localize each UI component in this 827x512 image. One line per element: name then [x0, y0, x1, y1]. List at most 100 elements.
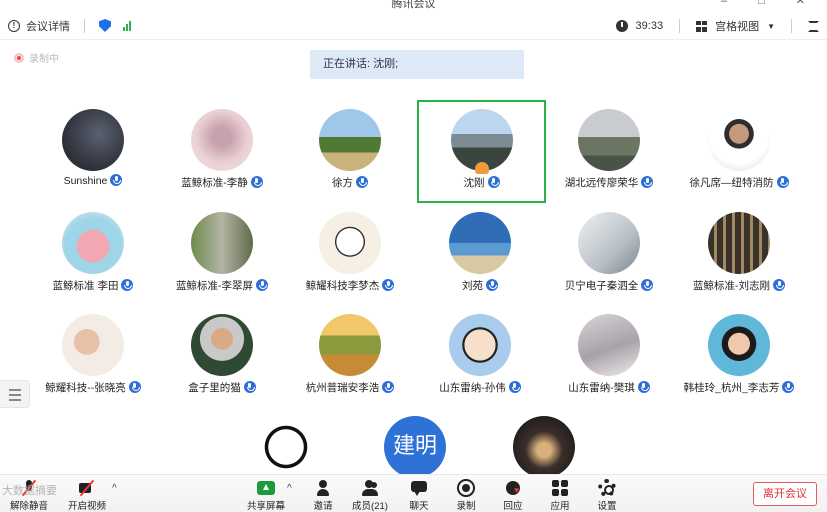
participant-tile[interactable]: 山东雷纳-樊琪	[546, 307, 672, 407]
chat-button[interactable]: 聊天	[396, 479, 442, 512]
participant-tile[interactable]: Sunshine	[30, 102, 156, 202]
participant-name: 山东雷纳-樊琪	[568, 382, 635, 394]
participant-name: 蓝鲸标准-李翠屏	[176, 280, 253, 292]
avatar	[708, 314, 770, 376]
participant-tile[interactable]: 盒子里的猫	[159, 307, 285, 407]
invite-label: 邀请	[313, 501, 333, 512]
avatar	[319, 314, 381, 376]
avatar	[191, 314, 253, 376]
record-button[interactable]: 录制	[443, 479, 489, 512]
participant-tile[interactable]: 鲸耀科技李梦杰	[287, 205, 413, 305]
avatar-initials[interactable]: 建明	[384, 416, 446, 478]
divider	[679, 19, 681, 33]
participant-tile[interactable]: 贝宁电子秦泗全	[546, 205, 672, 305]
shield-icon[interactable]	[99, 19, 111, 32]
recording-label: 录制中	[29, 54, 59, 65]
participant-tile[interactable]: 韩桂玲_杭州_李志芳	[676, 307, 802, 407]
participant-name: 杭州普瑞安李浩	[305, 382, 380, 394]
participant-tile[interactable]: 徐方	[287, 102, 413, 202]
participant-tile[interactable]: 蓝鲸标准-李静	[159, 102, 285, 202]
react-button[interactable]: 回应	[490, 479, 536, 512]
invite-button[interactable]: 邀请	[300, 479, 346, 512]
chat-label: 聊天	[409, 501, 429, 512]
members-button[interactable]: 成员(21)	[347, 479, 393, 512]
side-panel-toggle[interactable]	[0, 380, 30, 408]
grid-view-icon[interactable]	[696, 20, 708, 32]
chevron-down-icon[interactable]: ▼	[767, 22, 775, 31]
mic-icon	[110, 174, 123, 187]
participant-tile[interactable]: 徐凡席—纽特消防	[676, 102, 802, 202]
avatar	[449, 212, 511, 274]
mic-icon	[486, 279, 498, 292]
participant-tile[interactable]: 山东雷纳-孙伟	[417, 307, 543, 407]
mic-icon	[382, 279, 395, 292]
participant-name: 蓝鲸标准 李田	[52, 280, 119, 292]
mic-icon	[243, 381, 256, 394]
avatar	[708, 109, 770, 171]
leave-meeting-button[interactable]: 离开会议	[753, 482, 817, 506]
window-title: 腾讯会议	[391, 0, 436, 10]
record-label: 录制	[456, 501, 476, 512]
mic-icon	[641, 176, 654, 189]
avatar	[191, 109, 253, 171]
participant-name: 贝宁电子秦泗全	[564, 280, 639, 292]
gear-icon	[598, 479, 616, 497]
participant-name: 盒子里的猫	[188, 382, 241, 394]
avatar	[578, 109, 640, 171]
settings-label: 设置	[597, 501, 617, 512]
fullscreen-icon[interactable]	[808, 20, 819, 32]
share-screen-label: 共享屏幕	[246, 501, 285, 512]
avatar	[62, 314, 124, 376]
react-icon	[504, 479, 522, 497]
avatar	[319, 212, 381, 274]
info-icon[interactable]: !	[8, 19, 20, 32]
chevron-up-icon[interactable]: ^	[287, 483, 292, 494]
participant-name: 韩桂玲_杭州_李志芳	[683, 382, 780, 394]
meeting-timer: 39:33	[635, 20, 664, 32]
invite-icon	[314, 479, 332, 497]
participant-tile[interactable]: 蓝鲸标准-刘志刚	[676, 205, 802, 305]
mic-icon	[641, 279, 654, 292]
participant-name: 鲸耀科技李梦杰	[305, 280, 380, 292]
window-controls[interactable]: – □ ✕	[721, 0, 819, 7]
participant-name: 徐方	[332, 177, 353, 189]
participant-tile[interactable]: 杭州普瑞安李浩	[287, 307, 413, 407]
avatar	[578, 212, 640, 274]
participant-tile[interactable]: 蓝鲸标准 李田	[30, 205, 156, 305]
apps-icon	[551, 479, 569, 497]
participant-tile-active[interactable]: 沈刚	[417, 100, 546, 203]
chevron-up-icon[interactable]: ^	[112, 483, 117, 494]
participant-tile[interactable]: 蓝鲸标准-李翠屏	[159, 205, 285, 305]
apps-button[interactable]: 应用	[537, 479, 583, 512]
participant-name: 蓝鲸标准-李静	[181, 177, 248, 189]
settings-button[interactable]: 设置	[584, 479, 630, 512]
members-icon	[361, 479, 379, 497]
react-label: 回应	[503, 501, 523, 512]
participant-name: 鲸耀科技--张晓亮	[45, 382, 126, 394]
meeting-details-link[interactable]: 会议详情	[26, 18, 70, 34]
mic-icon	[637, 381, 650, 394]
record-dot-icon	[14, 52, 24, 63]
signal-icon[interactable]	[123, 20, 131, 31]
avatar	[708, 212, 770, 274]
participant-name: 山东雷纳-孙伟	[439, 382, 506, 394]
title-bar: 腾讯会议 – □ ✕	[0, 0, 827, 12]
share-screen-button[interactable]: 共享屏幕	[243, 479, 289, 512]
view-mode-select[interactable]: 宫格视图	[715, 18, 759, 34]
clock-icon	[615, 20, 628, 32]
watermark: 大数据摘要	[2, 485, 57, 497]
host-badge-icon	[474, 162, 489, 174]
avatar[interactable]	[255, 416, 317, 478]
mic-icon	[256, 279, 268, 292]
avatar	[62, 109, 124, 171]
start-video-label: 开启视频	[67, 501, 106, 512]
participant-tile[interactable]: 鲸耀科技--张晓亮	[30, 307, 156, 407]
start-video-button[interactable]: 开启视频	[64, 479, 110, 512]
participant-tile[interactable]: 刘苑	[417, 205, 543, 305]
mic-icon	[382, 381, 395, 394]
participant-name: 蓝鲸标准-刘志刚	[693, 280, 770, 292]
chat-icon	[410, 479, 428, 497]
avatar[interactable]	[513, 416, 575, 478]
participant-tile[interactable]: 湖北远传廖荣华	[546, 102, 672, 202]
avatar	[191, 212, 253, 274]
